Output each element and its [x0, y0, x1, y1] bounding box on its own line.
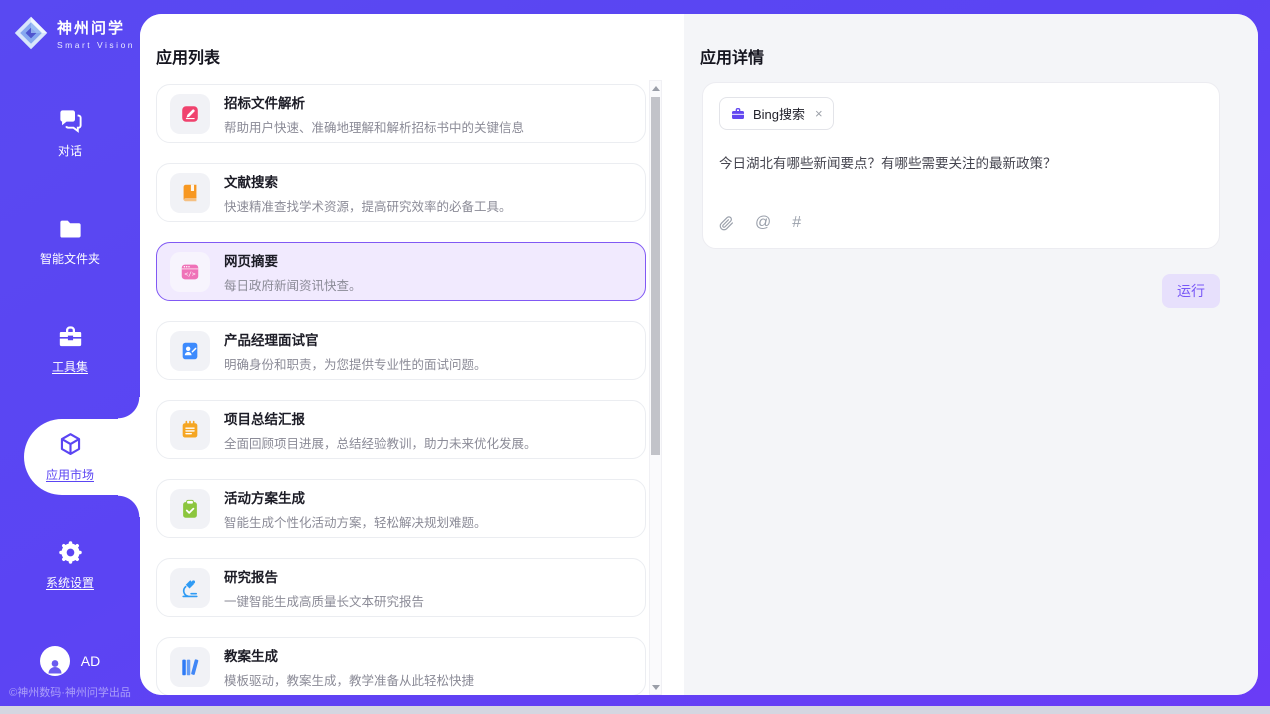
sidebar-item-label: 系统设置 — [46, 574, 94, 591]
prompt-input[interactable]: Bing搜索 × 今日湖北有哪些新闻要点？有哪些需要关注的最新政策？ @# — [702, 82, 1220, 249]
app-description: 快速精准查找学术资源，提高研究效率的必备工具。 — [224, 196, 512, 215]
tool-chip-label: Bing搜索 — [753, 104, 805, 123]
hash-icon[interactable]: # — [792, 214, 801, 232]
books-icon — [179, 656, 201, 678]
app-description: 明确身份和职责，为您提供专业性的面试问题。 — [224, 354, 487, 373]
interview-icon — [179, 340, 201, 362]
app-list-item-project-summary-report[interactable]: 项目总结汇报 全面回顾项目进展，总结经验教训，助力未来优化发展。 — [156, 400, 646, 459]
app-list-item-research-report[interactable]: 研究报告 一键智能生成高质量长文本研究报告 — [156, 558, 646, 617]
cube-icon — [57, 431, 84, 458]
attachment-toolbar: @# — [719, 214, 1203, 232]
sidebar-item-label: 对话 — [58, 142, 82, 159]
prompt-text[interactable]: 今日湖北有哪些新闻要点？有哪些需要关注的最新政策？ — [719, 152, 1203, 172]
tool-chip[interactable]: Bing搜索 × — [719, 97, 834, 130]
sidebar-item-label: 应用市场 — [46, 466, 94, 483]
app-detail-panel: 应用详情 Bing搜索 × 今日湖北有哪些新闻要点？有哪些需要关注的最新政策？ … — [684, 14, 1258, 695]
app-description: 帮助用户快速、准确地理解和解析招标书中的关键信息 — [224, 117, 524, 136]
app-list-item-pm-interviewer[interactable]: 产品经理面试官 明确身份和职责，为您提供专业性的面试问题。 — [156, 321, 646, 380]
sidebar-item-chat[interactable]: 对话 — [0, 95, 140, 171]
microscope-icon — [179, 577, 201, 599]
brand-logo: 神州问学 Smart Vision — [0, 0, 140, 51]
app-description: 智能生成个性化活动方案，轻松解决规划难题。 — [224, 512, 487, 531]
app-window: 神州问学 Smart Vision 对话 智能文件夹 工具集 应用市场 系统设置 — [0, 0, 1270, 714]
paperclip-icon[interactable] — [719, 216, 734, 231]
chat-icon — [57, 107, 84, 134]
sidebar-item-app-market[interactable]: 应用市场 — [0, 419, 140, 495]
avatar — [40, 646, 70, 676]
app-name: 文献搜索 — [224, 171, 512, 191]
app-list: 招标文件解析 帮助用户快速、准确地理解和解析招标书中的关键信息 文献搜索 快速精… — [156, 84, 646, 695]
bottom-strip — [0, 706, 1270, 714]
app-name: 招标文件解析 — [224, 92, 524, 112]
app-detail-title: 应用详情 — [684, 14, 1258, 68]
brand-name: 神州问学 — [57, 17, 135, 38]
sidebar: 神州问学 Smart Vision 对话 智能文件夹 工具集 应用市场 系统设置 — [0, 0, 140, 706]
run-button[interactable]: 运行 — [1162, 274, 1220, 308]
app-list-item-lesson-plan[interactable]: 教案生成 模板驱动，教案生成，教学准备从此轻松快捷 — [156, 637, 646, 695]
user-initials: AD — [81, 653, 100, 669]
app-description: 模板驱动，教案生成，教学准备从此轻松快捷 — [224, 670, 474, 689]
copyright-text: ©神州数码·神州问学出品 — [0, 684, 140, 700]
clipboard-check-icon — [179, 498, 201, 520]
gear-icon — [57, 539, 84, 566]
brand-subtitle: Smart Vision — [57, 40, 135, 50]
app-list-item-activity-plan[interactable]: 活动方案生成 智能生成个性化活动方案，轻松解决规划难题。 — [156, 479, 646, 538]
briefcase-icon — [730, 106, 746, 122]
app-name: 教案生成 — [224, 645, 474, 665]
app-list-title: 应用列表 — [140, 14, 684, 68]
app-list-item-webpage-summary[interactable]: </> 网页摘要 每日政府新闻资讯快查。 — [156, 242, 646, 301]
person-icon — [45, 656, 65, 676]
webpage-code-icon: </> — [179, 261, 201, 283]
app-list-item-literature-search[interactable]: 文献搜索 快速精准查找学术资源，提高研究效率的必备工具。 — [156, 163, 646, 222]
app-list-scrollbar[interactable] — [649, 80, 662, 695]
app-name: 项目总结汇报 — [224, 408, 537, 428]
sidebar-item-label: 工具集 — [52, 358, 88, 375]
scrollbar-thumb[interactable] — [651, 97, 660, 455]
sidebar-nav: 对话 智能文件夹 工具集 应用市场 系统设置 — [0, 95, 140, 635]
folder-icon — [57, 215, 84, 242]
user-account[interactable]: AD — [0, 646, 140, 676]
svg-text:</>: </> — [184, 271, 195, 278]
app-list-item-bid-document-analysis[interactable]: 招标文件解析 帮助用户快速、准确地理解和解析招标书中的关键信息 — [156, 84, 646, 143]
diamond-logo-icon — [13, 15, 49, 51]
sidebar-item-smart-folder[interactable]: 智能文件夹 — [0, 203, 140, 279]
at-icon[interactable]: @ — [755, 214, 771, 232]
bid-document-icon — [179, 103, 201, 125]
scroll-down-icon[interactable] — [650, 680, 661, 694]
sidebar-item-toolset[interactable]: 工具集 — [0, 311, 140, 387]
main-content: 应用列表 招标文件解析 帮助用户快速、准确地理解和解析招标书中的关键信息 文献搜… — [140, 14, 1258, 695]
scroll-up-icon[interactable] — [650, 81, 661, 95]
app-name: 研究报告 — [224, 566, 424, 586]
app-name: 活动方案生成 — [224, 487, 487, 507]
app-name: 产品经理面试官 — [224, 329, 487, 349]
app-description: 一键智能生成高质量长文本研究报告 — [224, 591, 424, 610]
app-description: 每日政府新闻资讯快查。 — [224, 275, 362, 294]
close-icon[interactable]: × — [815, 106, 823, 121]
app-list-panel: 应用列表 招标文件解析 帮助用户快速、准确地理解和解析招标书中的关键信息 文献搜… — [140, 14, 684, 695]
sidebar-item-settings[interactable]: 系统设置 — [0, 527, 140, 603]
report-note-icon — [179, 419, 201, 441]
app-description: 全面回顾项目进展，总结经验教训，助力未来优化发展。 — [224, 433, 537, 452]
toolbox-icon — [57, 323, 84, 350]
app-name: 网页摘要 — [224, 250, 362, 270]
sidebar-item-label: 智能文件夹 — [40, 250, 100, 267]
book-icon — [179, 182, 201, 204]
